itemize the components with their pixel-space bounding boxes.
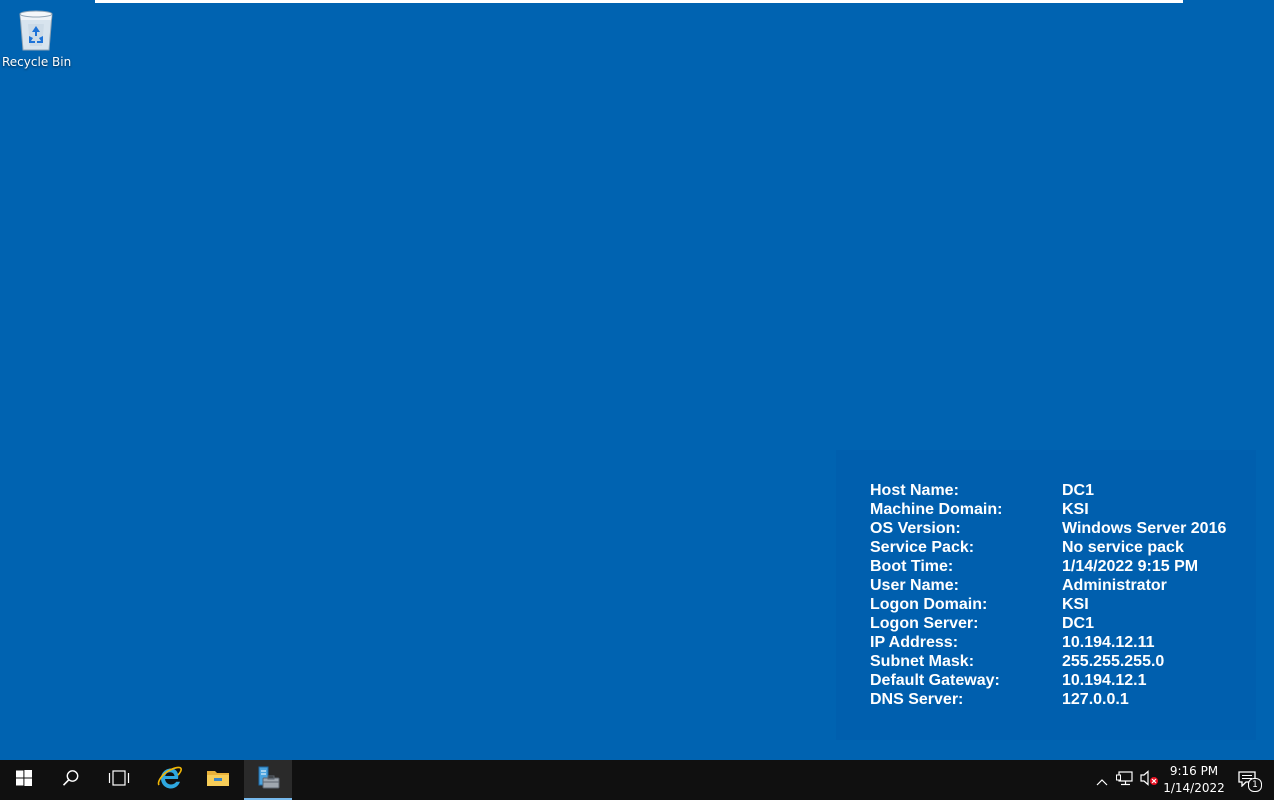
bginfo-key: Service Pack: [870, 539, 975, 556]
search-icon [62, 769, 80, 791]
bginfo-value: No service pack [1062, 539, 1184, 556]
action-center-button[interactable]: 1 [1232, 760, 1266, 800]
folder-icon [206, 768, 230, 792]
bginfo-key: Logon Server: [870, 615, 979, 632]
bginfo-key: Boot Time: [870, 558, 954, 575]
show-hidden-icons-button[interactable] [1092, 760, 1112, 800]
search-button[interactable] [47, 760, 95, 800]
bginfo-value: DC1 [1062, 615, 1095, 632]
top-edge-strip [95, 0, 1183, 3]
bginfo-key: Subnet Mask: [870, 653, 975, 670]
bginfo-key: Machine Domain: [870, 501, 1003, 518]
recycle-bin-icon [14, 6, 58, 54]
clock-date: 1/14/2022 [1163, 781, 1225, 795]
windows-logo-icon [16, 770, 32, 790]
clock-time: 9:16 PM [1169, 764, 1219, 778]
clock[interactable]: 9:16 PM 1/14/2022 [1160, 760, 1228, 800]
bginfo-key: User Name: [870, 577, 959, 594]
chevron-up-icon [1096, 771, 1108, 790]
notification-icon: 1 [1238, 770, 1262, 792]
internet-explorer-button[interactable] [145, 760, 193, 800]
bginfo-value: DC1 [1062, 482, 1095, 499]
bginfo-value: 1/14/2022 9:15 PM [1062, 558, 1199, 575]
bginfo-value: 255.255.255.0 [1062, 653, 1165, 670]
server-manager-icon [255, 765, 281, 795]
start-button[interactable] [0, 760, 48, 800]
desktop[interactable]: Recycle Bin Host Name: DC1 Machine Domai… [0, 0, 1274, 760]
server-manager-button[interactable] [244, 760, 292, 800]
file-explorer-button[interactable] [194, 760, 242, 800]
bginfo-key: IP Address: [870, 634, 959, 651]
network-tray-button[interactable] [1114, 760, 1136, 800]
bginfo-key: Default Gateway: [870, 672, 1000, 689]
bginfo-value: 10.194.12.11 [1062, 634, 1155, 651]
bginfo-key: Host Name: [870, 482, 959, 499]
internet-explorer-icon [156, 765, 182, 795]
notification-count-badge: 1 [1248, 778, 1262, 792]
taskbar: 9:16 PM 1/14/2022 1 [0, 760, 1274, 800]
volume-muted-icon [1139, 770, 1159, 790]
task-view-button[interactable] [95, 760, 143, 800]
bginfo-value: KSI [1062, 501, 1089, 518]
desktop-icon-label: Recycle Bin [2, 55, 72, 69]
volume-tray-button[interactable] [1138, 760, 1160, 800]
bginfo-key: DNS Server: [870, 691, 964, 708]
bginfo-key: OS Version: [870, 520, 961, 537]
desktop-icon-recycle-bin[interactable]: Recycle Bin [2, 6, 72, 69]
bginfo-panel: Host Name: DC1 Machine Domain: KSI OS Ve… [836, 450, 1256, 740]
bginfo-value: Windows Server 2016 [1062, 520, 1227, 537]
network-icon [1116, 770, 1134, 790]
bginfo-value: KSI [1062, 596, 1089, 613]
bginfo-key: Logon Domain: [870, 596, 988, 613]
bginfo-value: Administrator [1062, 577, 1167, 594]
task-view-icon [108, 770, 130, 790]
bginfo-value: 10.194.12.1 [1062, 672, 1147, 689]
bginfo-value: 127.0.0.1 [1062, 691, 1129, 708]
